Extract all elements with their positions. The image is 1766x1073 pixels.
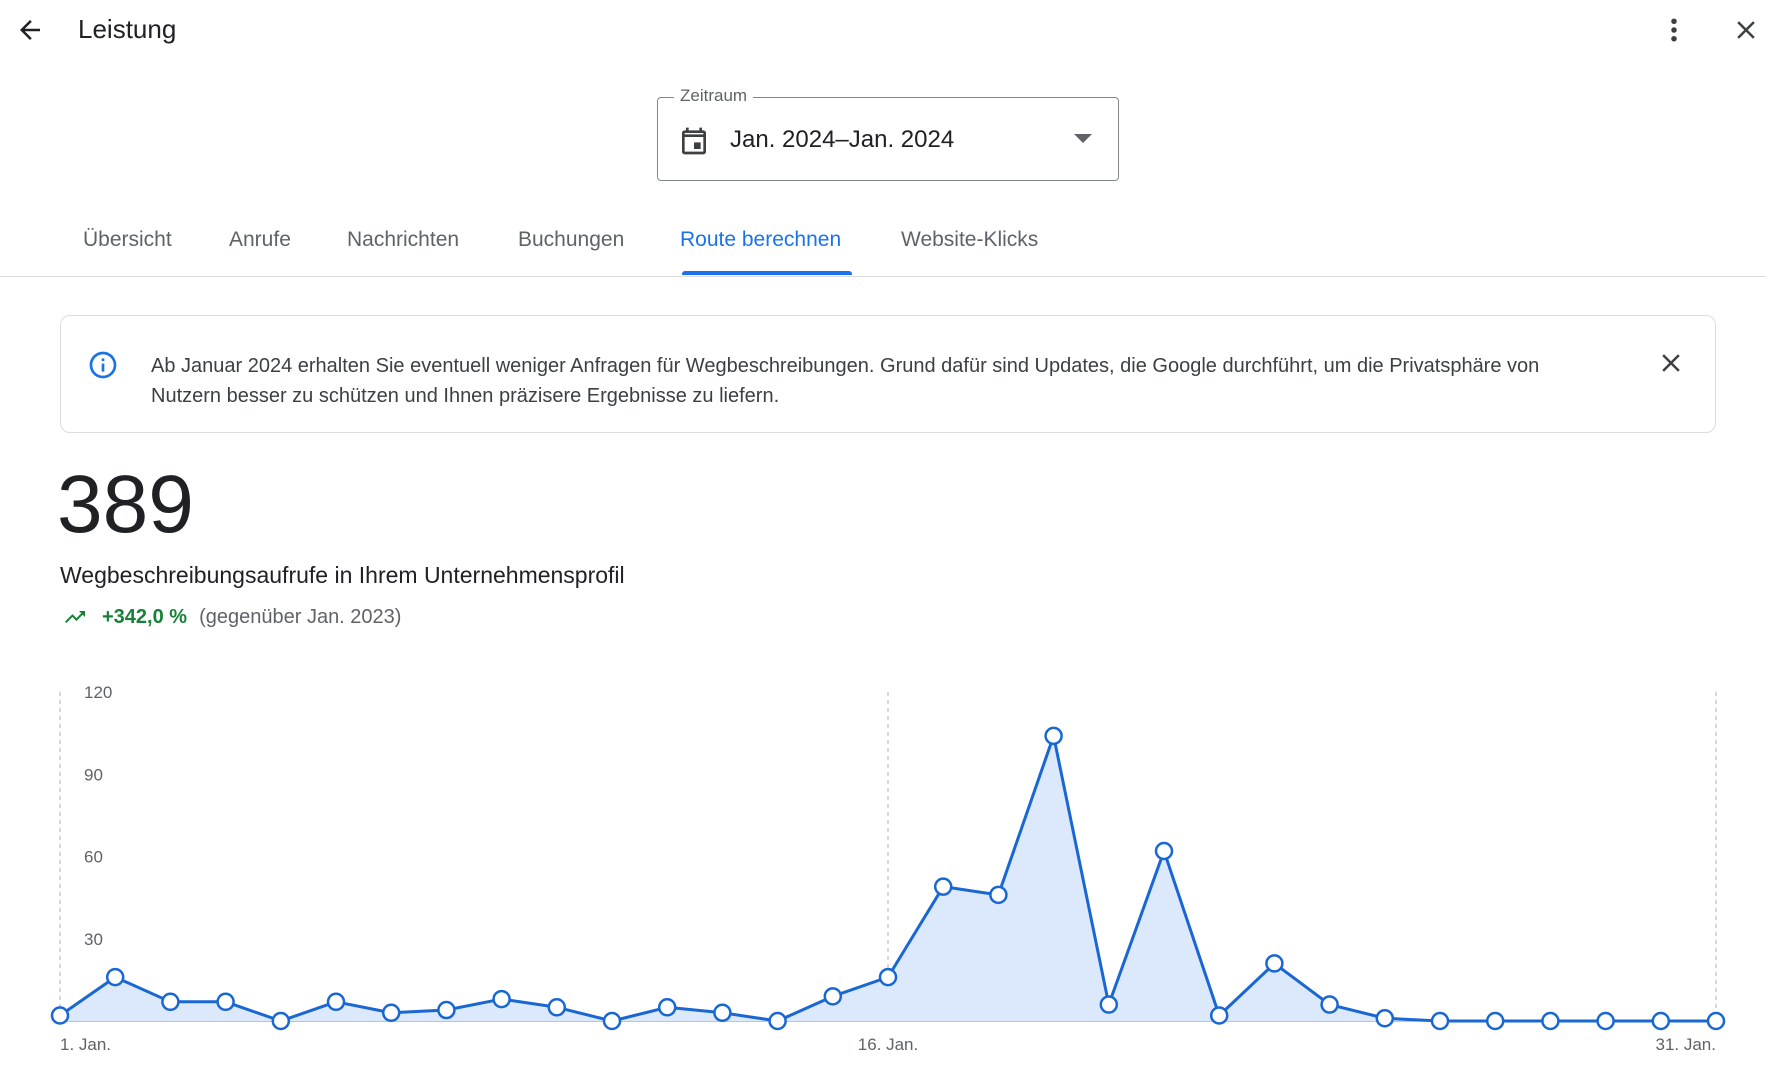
- y-tick-label: 60: [84, 848, 103, 867]
- trending-up-icon: [65, 611, 85, 623]
- data-point: [602, 1011, 622, 1031]
- y-tick-label: 120: [84, 683, 112, 702]
- data-point: [989, 885, 1008, 905]
- data-point: [1320, 995, 1339, 1014]
- data-point: [50, 1006, 70, 1025]
- data-point: [713, 1003, 732, 1023]
- data-point: [1265, 954, 1284, 973]
- date-range-select[interactable]: Zeitraum Jan. 2024–Jan. 2024: [657, 86, 1119, 181]
- trend-row: +342,0 % (gegenüber Jan. 2023): [60, 603, 401, 631]
- data-point: [105, 967, 125, 987]
- banner-message: Ab Januar 2024 erhalten Sie eventuell we…: [151, 355, 1540, 407]
- back-button[interactable]: [10, 10, 50, 50]
- info-icon: [89, 351, 117, 379]
- data-point: [1044, 726, 1063, 746]
- x-tick-label: 1. Jan.: [60, 1035, 111, 1054]
- data-point: [1651, 1011, 1671, 1031]
- data-point: [1485, 1011, 1505, 1031]
- data-point: [1154, 841, 1174, 861]
- date-range-value: Jan. 2024–Jan. 2024: [730, 126, 955, 153]
- data-point: [1541, 1011, 1560, 1031]
- arrow-drop-down-icon: [1074, 134, 1092, 143]
- active-tab-indicator: [682, 271, 852, 275]
- x-tick-label: 16. Jan.: [858, 1035, 919, 1054]
- tab-nachrichten[interactable]: Nachrichten: [347, 228, 459, 252]
- more-options-button[interactable]: [1654, 10, 1694, 50]
- directions-chart: 30 60 90 120 1. Jan. 16. Jan. 31. Jan.: [0, 670, 1766, 1070]
- y-tick-label: 90: [84, 765, 103, 784]
- data-point: [657, 998, 677, 1017]
- data-point: [1209, 1006, 1229, 1025]
- close-icon: [1662, 354, 1680, 372]
- data-point: [161, 992, 180, 1012]
- data-point: [492, 989, 511, 1009]
- metric-total: 389: [57, 459, 194, 550]
- metric-label: Wegbeschreibungsaufrufe in Ihrem Unterne…: [60, 562, 625, 588]
- tab-buchungen[interactable]: Buchungen: [518, 228, 624, 252]
- data-point: [437, 1000, 456, 1020]
- data-point: [933, 877, 953, 896]
- data-point: [547, 998, 567, 1017]
- data-point: [1430, 1011, 1450, 1031]
- top-app-bar: Leistung: [0, 0, 1766, 62]
- data-point: [381, 1003, 401, 1023]
- tab-anrufe[interactable]: Anrufe: [229, 228, 291, 252]
- data-point: [1099, 995, 1119, 1014]
- chart-canvas: 30 60 90 120 1. Jan. 16. Jan. 31. Jan.: [50, 683, 1726, 1054]
- trend-comparison: (gegenüber Jan. 2023): [199, 605, 402, 628]
- tab-website-klicks[interactable]: Website-Klicks: [901, 228, 1038, 252]
- dismiss-banner-button[interactable]: [1649, 341, 1693, 385]
- data-point: [1375, 1009, 1395, 1028]
- data-point: [271, 1011, 291, 1031]
- x-tick-label: 31. Jan.: [1656, 1035, 1717, 1054]
- close-button[interactable]: [1726, 10, 1766, 50]
- more-vert-icon: [1671, 18, 1677, 42]
- data-point: [326, 992, 346, 1012]
- calendar-icon: [682, 127, 706, 155]
- tab-bar: Übersicht Anrufe Nachrichten Buchungen R…: [0, 205, 1766, 277]
- tab-route-berechnen[interactable]: Route berechnen: [680, 228, 841, 252]
- close-icon: [1737, 21, 1755, 39]
- data-point: [823, 987, 843, 1006]
- data-point: [1706, 1011, 1726, 1031]
- y-tick-label: 30: [84, 930, 103, 949]
- info-banner: Ab Januar 2024 erhalten Sie eventuell we…: [60, 315, 1716, 433]
- page-title: Leistung: [78, 14, 177, 44]
- data-point: [878, 967, 898, 987]
- date-range-label: Zeitraum: [674, 86, 754, 106]
- arrow-back-icon: [20, 20, 40, 40]
- tab-uebersicht[interactable]: Übersicht: [83, 228, 172, 252]
- trend-change: +342,0 %: [102, 605, 188, 628]
- data-point: [1596, 1011, 1615, 1031]
- data-point: [216, 992, 235, 1012]
- data-point: [768, 1011, 787, 1031]
